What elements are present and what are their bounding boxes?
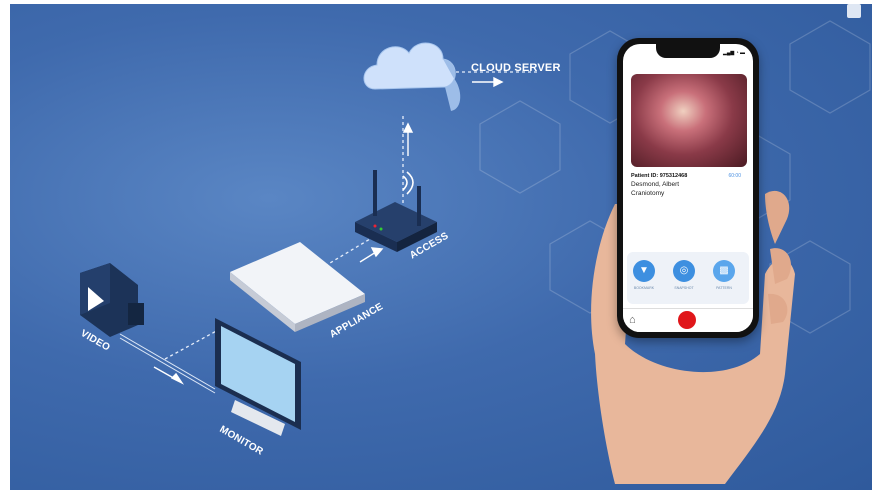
surgical-video-thumbnail[interactable]: [631, 74, 747, 167]
procedure-name: Craniotomy: [631, 190, 665, 197]
bookmark-icon[interactable]: ▼: [633, 260, 655, 282]
tab-bar: ⌂: [623, 308, 753, 332]
status-bar-icons: ▂▄▆ ◔ ▬: [722, 50, 745, 56]
cloud-icon: [363, 42, 461, 111]
patient-id-link[interactable]: 60:00: [728, 173, 741, 179]
phone-screen: ▂▄▆ ◔ ▬ Patient ID: 975312468 60:00 Desm…: [623, 44, 753, 332]
record-button[interactable]: [678, 311, 696, 329]
home-icon[interactable]: ⌂: [629, 314, 636, 326]
label-cloud-server: CLOUD SERVER: [471, 62, 561, 74]
patient-name: Desmond, Albert: [631, 181, 680, 188]
bookmark-caption: BOOKMARK: [633, 286, 655, 290]
pattern-icon[interactable]: ▩: [713, 260, 735, 282]
background: CLOUD SERVER ACCESS APPLIANCE VIDEO MONI…: [10, 4, 872, 490]
patient-id: Patient ID: 975312468: [631, 173, 688, 179]
action-panel: ▼ BOOKMARK ◎ SNAPSHOT ▩ PATTERN: [627, 252, 749, 304]
pattern-caption: PATTERN: [716, 286, 732, 290]
snapshot-icon[interactable]: ◎: [673, 260, 695, 282]
corner-badge: [847, 4, 861, 18]
monitor-icon: [215, 318, 301, 436]
smartphone: ▂▄▆ ◔ ▬ Patient ID: 975312468 60:00 Desm…: [617, 38, 759, 338]
stage: CLOUD SERVER ACCESS APPLIANCE VIDEO MONI…: [0, 0, 876, 491]
phone-notch: [656, 44, 720, 58]
snapshot-caption: SNAPSHOT: [674, 286, 694, 290]
